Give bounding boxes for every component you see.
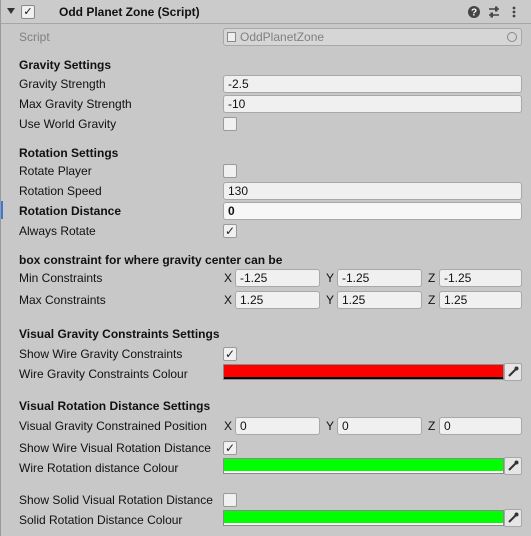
eyedropper-icon	[508, 460, 519, 471]
max-z-axis-label[interactable]: Z	[428, 292, 435, 308]
always-rotate-label: Always Rotate	[19, 224, 96, 238]
gravity-strength-label: Gravity Strength	[19, 77, 106, 91]
max-gravity-strength-label: Max Gravity Strength	[19, 97, 132, 111]
max-x-axis-label[interactable]: X	[224, 292, 232, 308]
eyedropper-icon	[508, 512, 519, 523]
max-x-field[interactable]: 1.25	[235, 291, 320, 309]
max-gravity-strength-field[interactable]: -10	[223, 95, 522, 113]
svg-text:?: ?	[471, 8, 477, 19]
rotate-player-label: Rotate Player	[19, 164, 92, 178]
min-z-field[interactable]: -1.25	[439, 269, 522, 287]
inspector-panel: ✓ Odd Planet Zone (Script) ? Script OddP…	[0, 0, 531, 536]
script-field[interactable]: OddPlanetZone	[223, 28, 522, 46]
fold-arrow-icon[interactable]	[7, 8, 15, 14]
script-value: OddPlanetZone	[240, 30, 325, 44]
pos-y-field[interactable]: 0	[337, 417, 422, 435]
visual-rotation-heading: Visual Rotation Distance Settings	[19, 399, 211, 413]
min-z-axis-label[interactable]: Z	[428, 270, 435, 286]
wire-rotation-colour-field[interactable]	[223, 458, 504, 474]
pos-z-axis-label[interactable]: Z	[428, 418, 435, 434]
eyedropper-icon	[508, 366, 519, 377]
gravity-settings-heading: Gravity Settings	[19, 58, 112, 72]
rotate-player-checkbox[interactable]	[223, 164, 237, 178]
show-wire-gravity-label: Show Wire Gravity Constraints	[19, 347, 183, 361]
show-solid-rotation-checkbox[interactable]	[223, 493, 237, 507]
max-y-field[interactable]: 1.25	[337, 291, 422, 309]
rotation-speed-field[interactable]: 130	[223, 182, 522, 200]
solid-rotation-colour-field[interactable]	[223, 510, 504, 526]
min-x-field[interactable]: -1.25	[235, 269, 320, 287]
show-wire-rotation-checkbox[interactable]: ✓	[223, 441, 237, 455]
max-z-field[interactable]: 1.25	[439, 291, 522, 309]
gravity-strength-field[interactable]: -2.5	[223, 75, 522, 93]
wire-rotation-colour-label: Wire Rotation distance Colour	[19, 461, 179, 475]
box-constraint-heading: box constraint for where gravity center …	[19, 253, 283, 267]
object-picker-icon[interactable]	[507, 32, 517, 42]
rotation-settings-heading: Rotation Settings	[19, 146, 119, 160]
min-x-axis-label[interactable]: X	[224, 270, 232, 286]
visual-gravity-heading: Visual Gravity Constraints Settings	[19, 327, 220, 341]
sliders-icon[interactable]	[487, 5, 501, 19]
always-rotate-checkbox[interactable]: ✓	[223, 224, 237, 238]
component-header[interactable]: ✓ Odd Planet Zone (Script) ?	[1, 0, 531, 24]
min-y-axis-label[interactable]: Y	[326, 270, 334, 286]
rotation-speed-label: Rotation Speed	[19, 184, 102, 198]
component-title: Odd Planet Zone (Script)	[59, 5, 200, 19]
script-label: Script	[19, 30, 50, 44]
help-icon[interactable]: ?	[467, 5, 481, 19]
show-solid-rotation-label: Show Solid Visual Rotation Distance	[19, 493, 213, 507]
min-constraints-label: Min Constraints	[19, 271, 103, 285]
pos-z-field[interactable]: 0	[439, 417, 522, 435]
use-world-gravity-label: Use World Gravity	[19, 117, 117, 131]
kebab-menu-icon[interactable]	[507, 5, 521, 19]
focus-indicator	[1, 201, 3, 219]
rotation-distance-label: Rotation Distance	[19, 204, 122, 218]
visual-constrained-position-label: Visual Gravity Constrained Position	[19, 419, 207, 433]
wire-gravity-colour-label: Wire Gravity Constraints Colour	[19, 367, 188, 381]
eyedropper-button[interactable]	[504, 363, 522, 381]
pos-x-axis-label[interactable]: X	[224, 418, 232, 434]
use-world-gravity-checkbox[interactable]	[223, 117, 237, 131]
pos-y-axis-label[interactable]: Y	[326, 418, 334, 434]
eyedropper-button[interactable]	[504, 509, 522, 527]
pos-x-field[interactable]: 0	[235, 417, 320, 435]
wire-gravity-colour-field[interactable]	[223, 364, 504, 380]
max-y-axis-label[interactable]: Y	[326, 292, 334, 308]
script-file-icon	[227, 32, 236, 42]
solid-rotation-colour-label: Solid Rotation Distance Colour	[19, 513, 183, 527]
min-y-field[interactable]: -1.25	[337, 269, 422, 287]
show-wire-rotation-label: Show Wire Visual Rotation Distance	[19, 441, 211, 455]
rotation-distance-field[interactable]: 0	[223, 202, 522, 220]
show-wire-gravity-checkbox[interactable]: ✓	[223, 347, 237, 361]
script-icon	[24, 7, 34, 17]
max-constraints-label: Max Constraints	[19, 293, 106, 307]
eyedropper-button[interactable]	[504, 457, 522, 475]
